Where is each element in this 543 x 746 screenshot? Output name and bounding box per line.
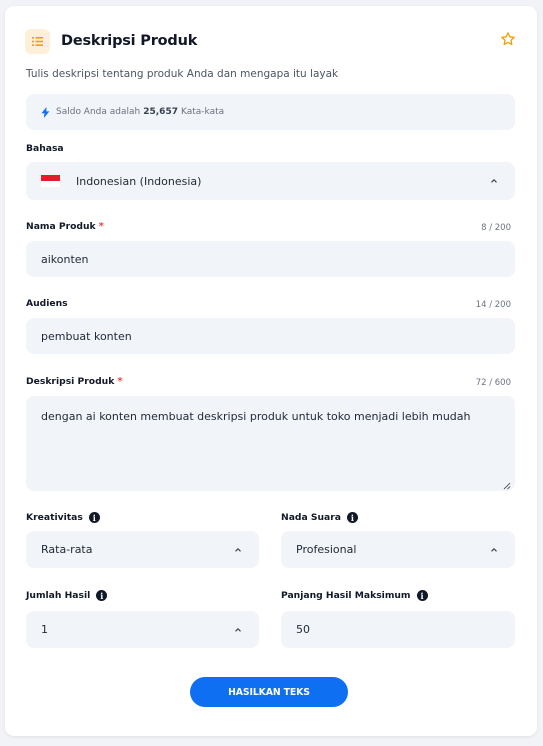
tone-select[interactable]: Profesional: [281, 531, 515, 568]
card-header: Deskripsi Produk: [25, 26, 517, 56]
bolt-icon: [41, 106, 50, 118]
audience-label-text: Audiens: [26, 298, 68, 309]
creativity-value: Rata-rata: [41, 543, 93, 556]
chevron-up-icon: [489, 176, 499, 186]
product-description-value: dengan ai konten membuat deskripsi produ…: [41, 410, 471, 423]
tone-label-text: Nada Suara: [281, 512, 341, 523]
language-select[interactable]: Indonesian (Indonesia): [26, 162, 515, 200]
required-asterisk: *: [117, 376, 123, 387]
product-description-textarea[interactable]: dengan ai konten membuat deskripsi produ…: [26, 396, 515, 491]
audience-counter: 14 / 200: [475, 300, 511, 310]
star-icon[interactable]: [500, 31, 518, 49]
info-icon[interactable]: i: [346, 512, 358, 523]
balance-suffix: Kata-kata: [180, 107, 225, 117]
max-length-label: Panjang Hasil Maksimum i: [281, 590, 428, 601]
balance-amount: 25,657: [143, 107, 178, 117]
chevron-up-icon: [233, 545, 243, 555]
product-name-input[interactable]: aikonten: [26, 241, 515, 277]
audience-input[interactable]: pembuat konten: [26, 318, 515, 354]
audience-label: Audiens: [26, 298, 68, 309]
tone-label: Nada Suara i: [281, 512, 358, 523]
audience-value: pembuat konten: [41, 329, 132, 343]
product-name-counter: 8 / 200: [481, 223, 511, 233]
resize-handle-icon[interactable]: [503, 479, 511, 490]
balance-prefix: Saldo Anda adalah: [56, 107, 141, 117]
page-subtitle: Tulis deskripsi tentang produk Anda dan …: [26, 68, 339, 80]
result-count-value: 1: [41, 623, 48, 636]
required-asterisk: *: [98, 221, 104, 232]
language-label: Bahasa: [26, 143, 64, 154]
info-icon[interactable]: i: [88, 512, 100, 523]
chevron-up-icon: [489, 545, 499, 555]
result-count-select[interactable]: 1: [26, 611, 259, 648]
product-description-label-text: Deskripsi Produk: [26, 376, 115, 387]
max-length-label-text: Panjang Hasil Maksimum: [281, 590, 411, 601]
indonesia-flag: [41, 175, 60, 187]
product-description-counter: 72 / 600: [475, 378, 511, 388]
max-length-value: 50: [296, 623, 310, 636]
info-icon[interactable]: i: [96, 590, 108, 601]
creativity-select[interactable]: Rata-rata: [26, 531, 259, 568]
creativity-label: Kreativitas i: [26, 512, 100, 523]
word-balance-banner: Saldo Anda adalah 25,657 Kata-kata: [26, 94, 515, 130]
product-name-value: aikonten: [41, 252, 89, 266]
language-label-text: Bahasa: [26, 143, 64, 154]
result-count-label: Jumlah Hasil i: [26, 590, 108, 601]
max-length-input[interactable]: 50: [281, 611, 515, 648]
product-name-label-text: Nama Produk: [26, 221, 96, 232]
list-icon: [25, 28, 50, 54]
creativity-label-text: Kreativitas: [26, 512, 83, 523]
page-title: Deskripsi Produk: [61, 33, 198, 49]
chevron-up-icon: [233, 625, 243, 635]
generate-text-button[interactable]: HASILKAN TEKS: [190, 677, 348, 707]
product-description-label: Deskripsi Produk *: [26, 376, 123, 387]
tone-value: Profesional: [296, 543, 357, 556]
product-description-card: Deskripsi Produk Tulis deskripsi tentang…: [5, 6, 537, 736]
info-icon[interactable]: i: [416, 590, 428, 601]
result-count-label-text: Jumlah Hasil: [26, 590, 91, 601]
language-value: Indonesian (Indonesia): [76, 174, 202, 188]
product-name-label: Nama Produk *: [26, 221, 104, 232]
